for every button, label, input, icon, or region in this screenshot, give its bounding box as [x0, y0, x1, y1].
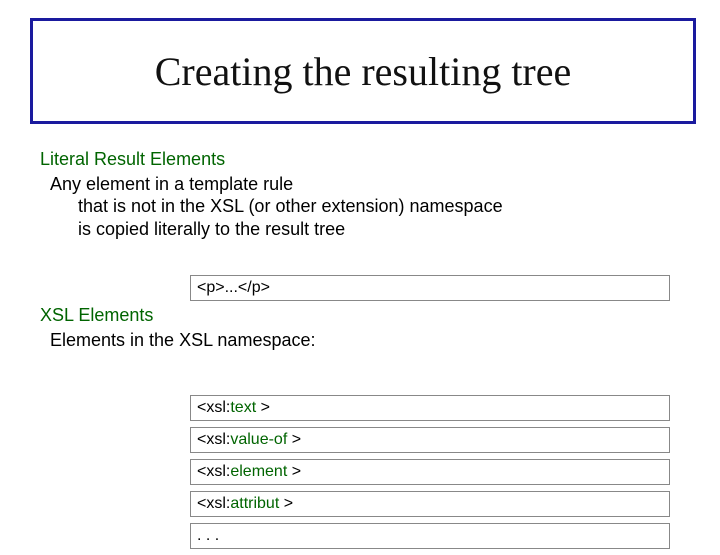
- code-post: >: [256, 399, 270, 416]
- code-xsl-element: <xsl:element >: [190, 459, 670, 485]
- code-kw: text: [230, 399, 256, 416]
- code-pre: <xsl:: [197, 399, 230, 416]
- code-ellipsis: . . .: [190, 523, 670, 549]
- code-block-1: <p>...</p>: [190, 275, 670, 307]
- code-kw: element: [230, 463, 287, 480]
- code-post: >: [287, 463, 301, 480]
- code-kw: attribut: [230, 495, 279, 512]
- code-xsl-valueof: <xsl:value-of >: [190, 427, 670, 453]
- code-kw: value-of: [230, 431, 287, 448]
- slide-title: Creating the resulting tree: [155, 48, 572, 95]
- code-post: >: [279, 495, 293, 512]
- section1-line2: that is not in the XSL (or other extensi…: [78, 195, 680, 218]
- section2-head: XSL Elements: [40, 304, 680, 327]
- code-xsl-text: <xsl:text >: [190, 395, 670, 421]
- section2-line1: Elements in the XSL namespace:: [50, 329, 680, 352]
- code-pre: . . .: [197, 527, 219, 544]
- section1-line1: Any element in a template rule: [50, 173, 680, 196]
- code-literal: <p>...</p>: [190, 275, 670, 301]
- code-pre: <xsl:: [197, 463, 230, 480]
- section1-head: Literal Result Elements: [40, 148, 680, 171]
- code-pre: <xsl:: [197, 431, 230, 448]
- code-block-2: <xsl:text > <xsl:value-of > <xsl:element…: [190, 395, 670, 555]
- content-area: Literal Result Elements Any element in a…: [40, 148, 680, 351]
- section1-line3: is copied literally to the result tree: [78, 218, 680, 241]
- code-pre: <xsl:: [197, 495, 230, 512]
- code-post: >: [287, 431, 301, 448]
- title-box: Creating the resulting tree: [30, 18, 696, 124]
- code-xsl-attribut: <xsl:attribut >: [190, 491, 670, 517]
